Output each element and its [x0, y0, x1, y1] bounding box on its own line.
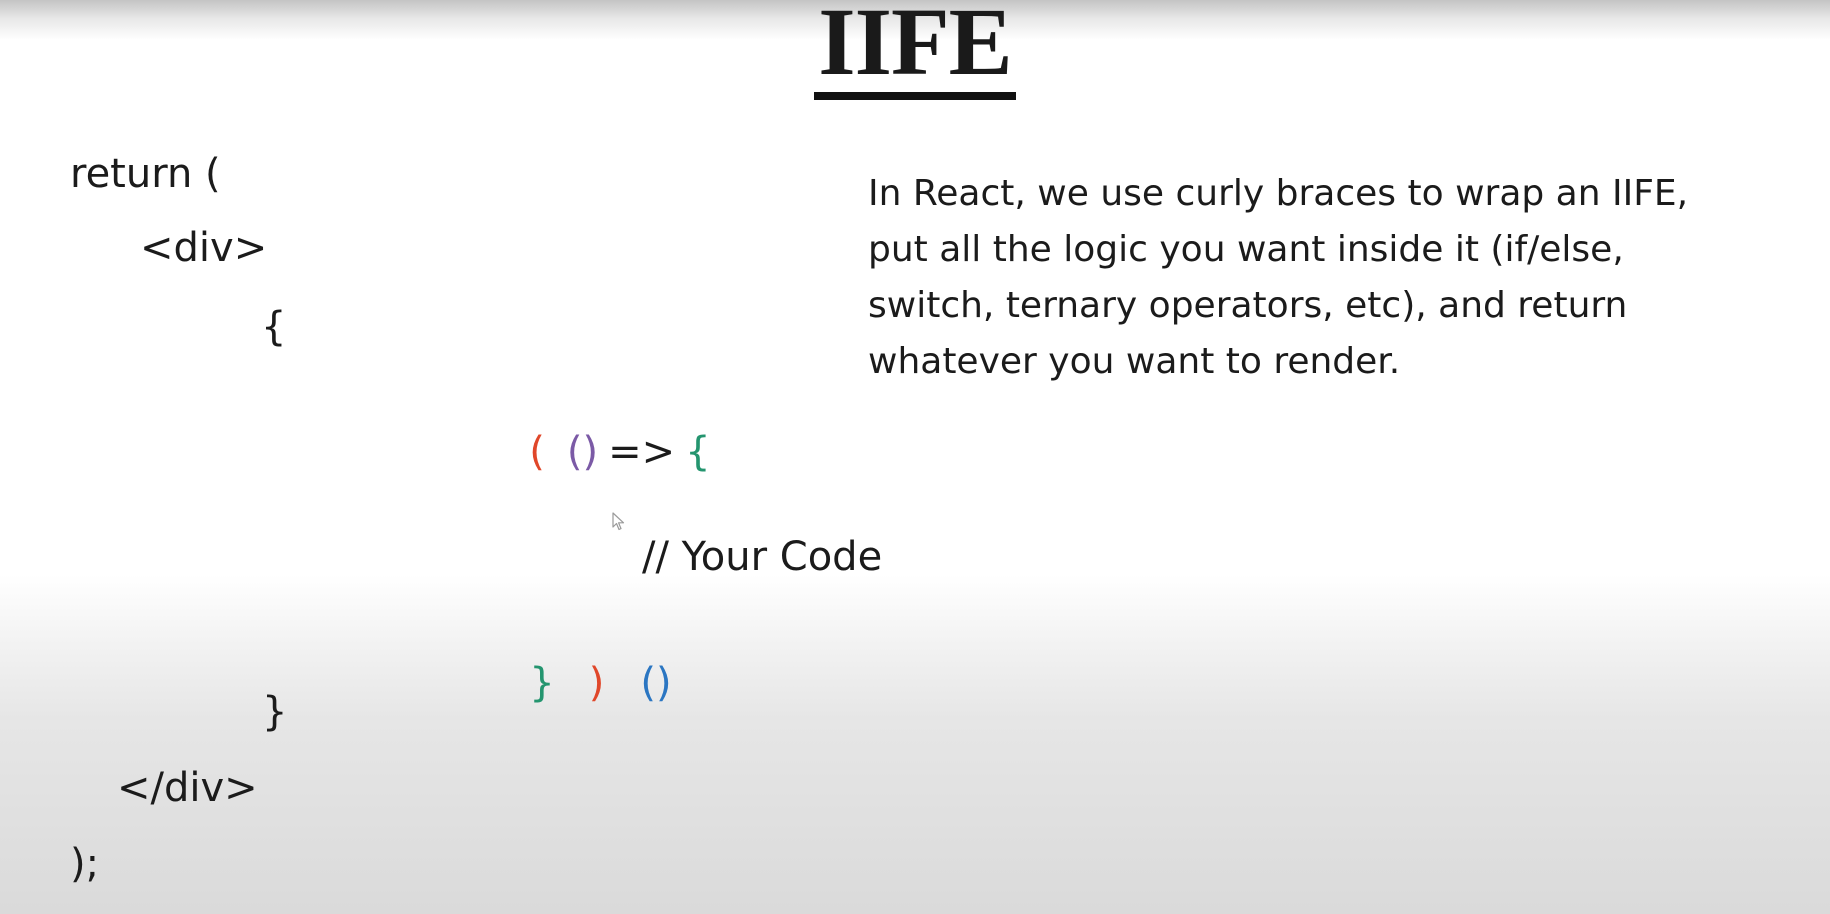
- slide-title: IIFE: [0, 0, 1830, 100]
- function-brace-open: {: [685, 429, 711, 475]
- iife-paren-close: ): [588, 660, 605, 706]
- description-line: In React, we use curly braces to wrap an…: [868, 173, 1689, 214]
- code-line-invoke: }) (): [453, 611, 672, 755]
- mouse-pointer-icon: [612, 512, 625, 531]
- arrow-params: (): [566, 429, 599, 475]
- code-line-arrow-function: ( () =>{: [453, 380, 711, 524]
- iife-paren-open: (: [529, 429, 545, 475]
- function-brace-close: }: [529, 660, 555, 706]
- code-line-brace-open: {: [261, 304, 287, 350]
- code-line-closing: );: [70, 841, 100, 887]
- code-line-div-open: <div>: [140, 225, 268, 271]
- code-line-div-close: </div>: [117, 765, 258, 811]
- description-text: In React, we use curly braces to wrap an…: [868, 166, 1768, 390]
- invocation-parens: (): [640, 660, 672, 706]
- code-line-brace-close: }: [262, 689, 288, 735]
- description-line: switch, ternary operators, etc), and ret…: [868, 285, 1628, 326]
- code-line-comment: // Your Code: [642, 534, 883, 580]
- description-line: put all the logic you want inside it (if…: [868, 229, 1624, 270]
- description-line: whatever you want to render.: [868, 341, 1401, 382]
- arrow-operator: =>: [608, 429, 676, 475]
- slide-title-text: IIFE: [814, 0, 1016, 100]
- code-line-return: return (: [70, 151, 221, 197]
